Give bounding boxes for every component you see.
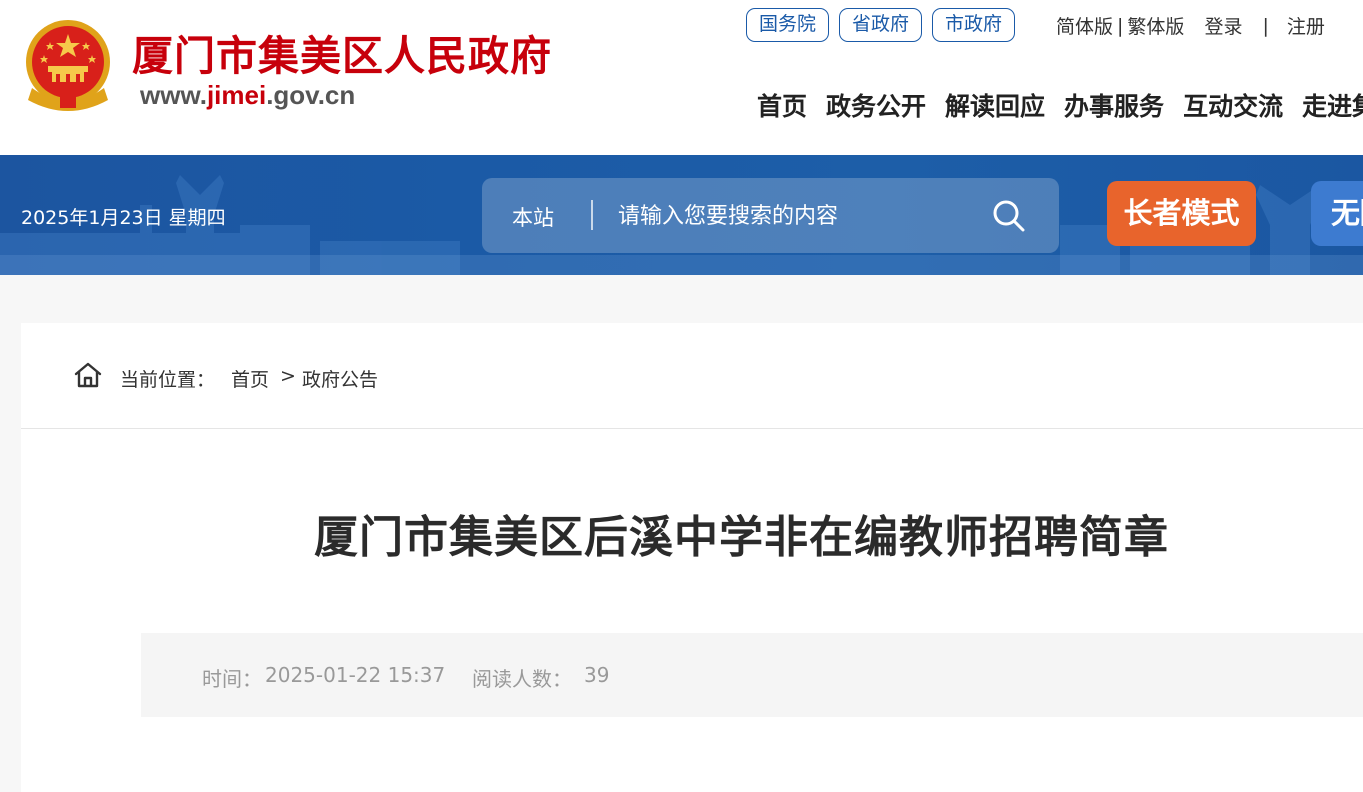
- search-input[interactable]: [618, 198, 978, 234]
- home-icon[interactable]: [73, 361, 103, 389]
- nav-services[interactable]: 办事服务: [1064, 87, 1164, 123]
- search-box: 本站: [482, 178, 1059, 253]
- read-count-label: 阅读人数：: [472, 667, 572, 691]
- lang-separator: |: [1117, 14, 1124, 37]
- article-meta: 时间： 2025-01-22 15:37 阅读人数： 39: [141, 633, 1363, 717]
- nav-government-affairs[interactable]: 政务公开: [826, 87, 926, 123]
- nav-interaction[interactable]: 互动交流: [1183, 87, 1283, 123]
- current-date: 2025年1月23日 星期四: [21, 207, 226, 229]
- gov-link-city[interactable]: 市政府: [932, 8, 1016, 42]
- elder-mode-button[interactable]: 长者模式: [1107, 181, 1256, 246]
- article-card: 当前位置： 首页 > 政府公告 厦门市集美区后溪中学非在编教师招聘简章 时间： …: [21, 323, 1363, 792]
- gov-link-state-council[interactable]: 国务院: [746, 8, 830, 42]
- publish-time-label: 时间：: [202, 667, 262, 691]
- nav-about-jimei[interactable]: 走进集美: [1302, 87, 1363, 123]
- site-header: 厦门市集美区人民政府 www.jimei.gov.cn 国务院 省政府 市政府 …: [0, 0, 1363, 155]
- site-url: www.jimei.gov.cn: [140, 80, 355, 111]
- national-emblem-icon[interactable]: [22, 18, 114, 116]
- site-url-suffix: .gov.cn: [266, 80, 356, 110]
- nav-home[interactable]: 首页: [757, 87, 807, 123]
- breadcrumb-label: 当前位置：: [120, 369, 216, 391]
- search-icon[interactable]: [990, 197, 1028, 235]
- search-banner: 2025年1月23日 星期四 本站 长者模式 无障碍: [0, 155, 1363, 275]
- register-link[interactable]: 注册: [1287, 12, 1325, 39]
- gov-links: 国务院 省政府 市政府: [746, 8, 1016, 42]
- read-count: 39: [584, 663, 610, 687]
- breadcrumb-current[interactable]: 政府公告: [302, 365, 378, 392]
- login-link[interactable]: 登录: [1204, 12, 1242, 39]
- article-title: 厦门市集美区后溪中学非在编教师招聘简章: [314, 512, 1169, 563]
- breadcrumb-separator: >: [280, 365, 296, 387]
- nav-interpretation[interactable]: 解读回应: [945, 87, 1045, 123]
- site-name[interactable]: 厦门市集美区人民政府: [132, 22, 552, 82]
- gov-link-province[interactable]: 省政府: [839, 8, 923, 42]
- accessibility-button[interactable]: 无障碍: [1311, 181, 1363, 246]
- search-scope-select[interactable]: 本站: [512, 202, 554, 232]
- site-url-prefix: www.: [140, 80, 207, 110]
- publish-time: 2025-01-22 15:37: [265, 663, 446, 687]
- main-nav: 首页 政务公开 解读回应 办事服务 互动交流 走进集美: [757, 87, 1363, 123]
- simplified-chinese-link[interactable]: 简体版: [1056, 12, 1113, 39]
- util-separator: |: [1262, 14, 1269, 37]
- breadcrumb-home[interactable]: 首页: [231, 365, 269, 392]
- search-divider: [591, 200, 593, 230]
- utility-links: 简体版 | 繁体版 登录 | 注册: [1056, 12, 1325, 39]
- breadcrumb: 当前位置： 首页 > 政府公告: [21, 323, 1363, 429]
- site-url-accent: jimei: [206, 80, 267, 110]
- traditional-chinese-link[interactable]: 繁体版: [1127, 12, 1184, 39]
